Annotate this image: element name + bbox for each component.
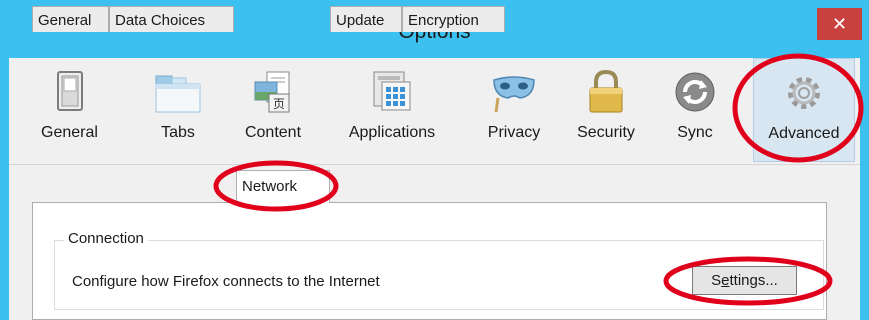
tab-data-choices[interactable]: Data Choices — [109, 6, 234, 32]
tab-network[interactable]: Network — [236, 170, 330, 203]
tab-label: Encryption — [408, 12, 479, 29]
toolbar-item-privacy[interactable]: Privacy — [479, 58, 549, 162]
toolbar-label: Applications — [348, 124, 436, 141]
gear-icon — [788, 77, 820, 109]
switch-icon — [56, 71, 83, 111]
toolbar-label: Advanced — [768, 125, 840, 142]
settings-button[interactable]: Settings... — [692, 266, 797, 295]
toolbar-separator — [9, 164, 860, 165]
connection-description: Configure how Firefox connects to the In… — [72, 273, 380, 290]
tab-general[interactable]: General — [32, 6, 109, 32]
close-icon: ✕ — [831, 13, 848, 34]
toolbar-label: Tabs — [161, 124, 195, 141]
toolbar-item-tabs[interactable]: Tabs — [143, 58, 213, 162]
toolbar-label: Content — [244, 124, 302, 141]
settings-label-end: ttings... — [729, 272, 778, 289]
toolbar-item-general[interactable]: General — [32, 58, 107, 162]
close-button[interactable]: ✕ — [817, 8, 862, 40]
svg-text:页: 页 — [273, 97, 285, 111]
sync-icon — [675, 72, 715, 112]
toolbar-label: General — [41, 124, 98, 141]
settings-accesskey: e — [721, 272, 730, 289]
settings-label-start: S — [711, 272, 722, 289]
window-frame: Options ✕ General Ta — [0, 0, 869, 320]
category-toolbar: General Tabs 页 Content Applications Priv… — [9, 58, 860, 164]
applications-icon — [373, 71, 411, 111]
content-icon: 页 — [254, 71, 290, 113]
toolbar-item-security[interactable]: Security — [565, 58, 647, 162]
mask-icon — [493, 76, 535, 113]
toolbar-label: Security — [577, 124, 635, 141]
toolbar-item-advanced[interactable]: Advanced — [753, 58, 855, 162]
tabs-icon — [155, 75, 201, 113]
tab-update[interactable]: Update — [330, 6, 402, 32]
tab-label: Update — [336, 12, 385, 29]
toolbar-item-applications[interactable]: Applications — [331, 58, 453, 162]
toolbar-item-sync[interactable]: Sync — [666, 58, 724, 162]
tab-label: General — [38, 12, 92, 29]
tab-encryption[interactable]: Encryption — [402, 6, 505, 32]
lock-icon — [589, 70, 623, 113]
tab-label: Data Choices — [115, 12, 206, 29]
connection-title: Connection — [64, 230, 148, 247]
tab-label: Network — [242, 178, 298, 195]
toolbar-label: Sync — [677, 124, 713, 141]
toolbar-item-content[interactable]: 页 Content — [231, 58, 315, 162]
toolbar-label: Privacy — [487, 124, 541, 141]
